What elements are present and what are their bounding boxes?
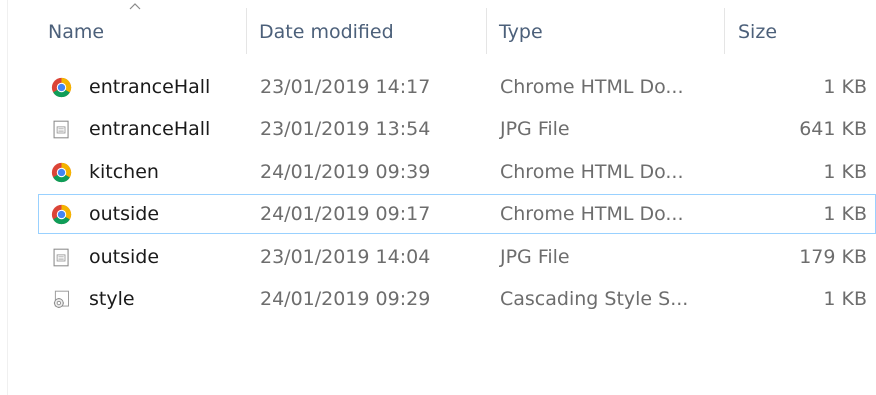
file-date-modified: 24/01/2019 09:29 [260,288,431,310]
file-type: Chrome HTML Do... [500,161,684,183]
file-date-modified: 23/01/2019 14:04 [260,246,431,268]
file-row[interactable]: outside 24/01/2019 09:17 Chrome HTML Do...… [38,194,876,234]
file-size: 1 KB [823,288,867,310]
file-size: 1 KB [823,203,867,225]
file-type: Chrome HTML Do... [500,76,684,98]
file-name: entranceHall [89,118,211,140]
column-header-bar: Name Date modified Type Size [0,0,876,62]
chrome-icon [51,77,72,98]
file-type: Chrome HTML Do... [500,203,684,225]
file-size: 1 KB [823,161,867,183]
file-explorer-details-view: Name Date modified Type Size entranceHal… [0,0,876,395]
column-header-date-modified[interactable]: Date modified [259,20,394,44]
column-header-name[interactable]: Name [48,20,104,44]
column-header-size[interactable]: Size [738,20,777,44]
file-size: 1 KB [823,76,867,98]
file-name: outside [89,246,160,268]
file-type: Cascading Style S... [500,288,689,310]
file-date-modified: 24/01/2019 09:17 [260,203,431,225]
file-name: style [89,288,135,310]
column-header-type[interactable]: Type [499,20,543,44]
file-type: JPG File [500,246,570,268]
file-size: 179 KB [799,246,867,268]
column-divider[interactable] [724,8,725,54]
column-divider[interactable] [486,8,487,54]
file-row[interactable]: entranceHall 23/01/2019 14:17 Chrome HTML … [38,67,876,107]
chrome-icon [51,204,72,225]
file-row[interactable]: style 24/01/2019 09:29 Cascading Style S..… [38,279,876,319]
file-type: JPG File [500,118,570,140]
file-row[interactable]: entranceHall 23/01/2019 13:54 JPG File 641 … [38,109,876,149]
chrome-icon [51,162,72,183]
file-size: 641 KB [799,118,867,140]
file-name: kitchen [89,161,159,183]
image-file-icon [51,247,72,268]
file-date-modified: 23/01/2019 14:17 [260,76,431,98]
sort-caret-icon [129,3,141,10]
image-file-icon [51,119,72,140]
file-row[interactable]: kitchen 24/01/2019 09:39 Chrome HTML Do...… [38,152,876,192]
column-divider[interactable] [246,8,247,54]
file-date-modified: 23/01/2019 13:54 [260,118,431,140]
file-row[interactable]: outside 23/01/2019 14:04 JPG File 179 KB [38,237,876,277]
file-name: entranceHall [89,76,211,98]
file-name: outside [89,203,160,225]
file-date-modified: 24/01/2019 09:39 [260,161,431,183]
css-file-icon [51,289,72,310]
